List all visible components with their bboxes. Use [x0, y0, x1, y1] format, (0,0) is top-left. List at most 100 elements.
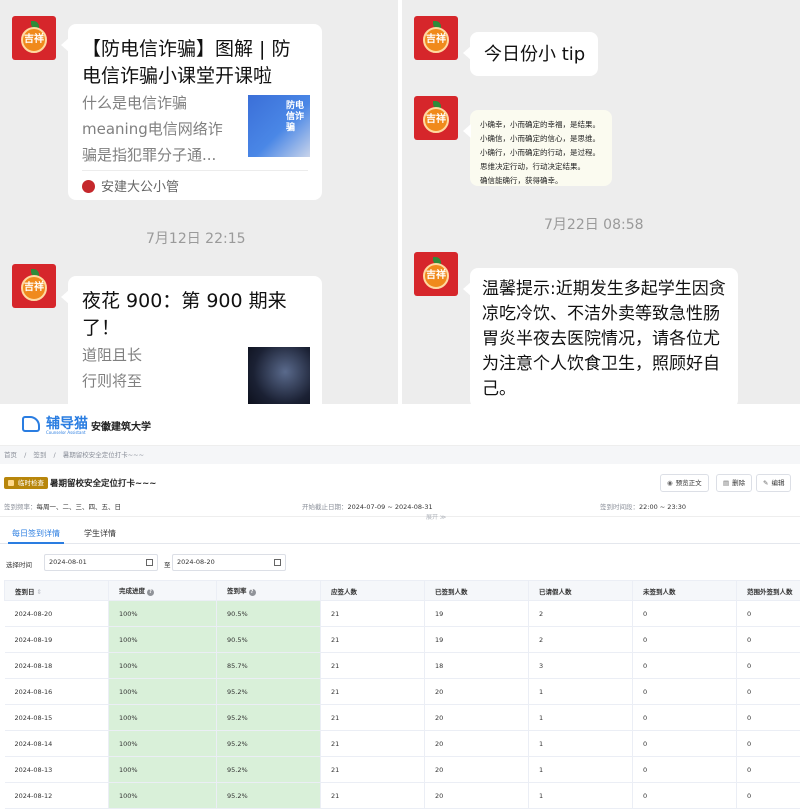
table-cell: 100%	[109, 757, 217, 783]
col-header: 签到率?	[217, 581, 321, 601]
col-header[interactable]: 签到日⇕	[5, 581, 109, 601]
table-cell: 2024-08-13	[5, 757, 109, 783]
table-row[interactable]: 2024-08-19100%90.5%2119200	[5, 627, 800, 653]
table-cell: 100%	[109, 679, 217, 705]
table-cell: 2024-08-18	[5, 653, 109, 679]
app-header: 辅导猫 Counselor Assistant 安徽建筑大学	[0, 404, 800, 446]
status-badge: 临时检查	[4, 477, 48, 489]
article-card[interactable]: 夜花 900：第 900 期来了！ 道阻且长 行则将至	[68, 276, 322, 404]
avatar[interactable]: 吉祥	[414, 252, 458, 296]
expand-toggle[interactable]: 展开 ≫	[426, 512, 446, 521]
table-cell: 2024-08-20	[5, 601, 109, 627]
title-row: 临时检查 暑期留校安全定位打卡~~~ ◉预览正文 ▤删除 ✎编辑	[0, 474, 800, 494]
avatar[interactable]: 吉祥	[12, 264, 56, 308]
edit-button[interactable]: ✎编辑	[756, 474, 791, 492]
table-cell: 2	[529, 627, 633, 653]
start-date-input[interactable]: 2024-08-01	[44, 554, 158, 571]
help-icon[interactable]: ?	[249, 589, 256, 596]
table-cell: 1	[529, 783, 633, 809]
table-cell: 0	[737, 757, 800, 783]
table-cell: 0	[633, 601, 737, 627]
end-date-input[interactable]: 2024-08-20	[172, 554, 286, 571]
table-cell: 0	[633, 653, 737, 679]
col-header: 完成进度?	[109, 581, 217, 601]
table-cell: 100%	[109, 627, 217, 653]
tab-indicator	[8, 542, 64, 544]
timestamp: 7月12日 22:15	[146, 228, 246, 248]
table-cell: 0	[633, 627, 737, 653]
tab-student-detail[interactable]: 学生详情	[84, 528, 116, 539]
breadcrumb-home[interactable]: 首页	[4, 451, 17, 459]
date-separator: 至	[164, 559, 171, 569]
table-cell: 20	[425, 783, 529, 809]
help-icon[interactable]: ?	[147, 589, 154, 596]
delete-button[interactable]: ▤删除	[716, 474, 752, 492]
table-cell: 21	[321, 757, 425, 783]
table-row[interactable]: 2024-08-12100%95.2%2120100	[5, 783, 800, 809]
table-cell: 0	[737, 653, 800, 679]
table-cell: 0	[737, 627, 800, 653]
table-cell: 100%	[109, 783, 217, 809]
table-cell: 0	[737, 601, 800, 627]
article-thumbnail: 防电信诈骗	[248, 95, 310, 157]
article-source: 安建大公小管	[82, 176, 179, 195]
table-cell: 20	[425, 679, 529, 705]
preview-button[interactable]: ◉预览正文	[660, 474, 709, 492]
text-message[interactable]: 今日份小 tip	[470, 32, 598, 76]
col-header: 范围外签到人数	[737, 581, 800, 601]
article-card[interactable]: 【防电信诈骗】图解 | 防电信诈骗小课堂开课啦 什么是电信诈骗meaning电信…	[68, 24, 322, 200]
timestamp: 7月22日 08:58	[544, 214, 644, 234]
web-app: 辅导猫 Counselor Assistant 安徽建筑大学 首页 / 签到 /…	[0, 404, 800, 800]
table-cell: 20	[425, 705, 529, 731]
table-cell: 0	[737, 783, 800, 809]
trash-icon: ▤	[723, 479, 729, 487]
filter-label: 选择时间	[6, 559, 32, 569]
divider	[82, 170, 308, 171]
table-cell: 95.2%	[217, 705, 321, 731]
avatar[interactable]: 吉祥	[12, 16, 56, 60]
chat-screenshots: 吉祥 【防电信诈骗】图解 | 防电信诈骗小课堂开课啦 什么是电信诈骗meanin…	[0, 0, 800, 404]
table-cell: 100%	[109, 705, 217, 731]
table-cell: 21	[321, 601, 425, 627]
table-header: 签到日⇕ 完成进度? 签到率? 应签人数 已签到人数 已请假人数 未签到人数 范…	[5, 581, 800, 601]
table-row[interactable]: 2024-08-20100%90.5%2119200	[5, 601, 800, 627]
table-cell: 1	[529, 679, 633, 705]
table-row[interactable]: 2024-08-14100%95.2%2120100	[5, 731, 800, 757]
breadcrumb-signin[interactable]: 签到	[33, 451, 46, 459]
article-desc-line2: 行则将至	[82, 368, 232, 394]
table-cell: 21	[321, 731, 425, 757]
table-cell: 3	[529, 653, 633, 679]
divider	[0, 516, 800, 517]
table-cell: 0	[633, 705, 737, 731]
page-title: 暑期留校安全定位打卡~~~	[50, 477, 156, 489]
table-cell: 0	[737, 731, 800, 757]
table-cell: 21	[321, 705, 425, 731]
table-cell: 95.2%	[217, 783, 321, 809]
table-cell: 2024-08-14	[5, 731, 109, 757]
text-message[interactable]: 温馨提示:近期发生多起学生因贪凉吃冷饮、不洁外卖等致急性肠胃炎半夜去医院情况，请…	[470, 268, 738, 404]
table-row[interactable]: 2024-08-13100%95.2%2120100	[5, 757, 800, 783]
table-cell: 2024-08-16	[5, 679, 109, 705]
avatar[interactable]: 吉祥	[414, 16, 458, 60]
tip-lines: 小确幸，小而确定的幸福，是结果。 小确信，小而确定的信心，是思维。 小确行，小而…	[480, 118, 600, 188]
image-message[interactable]: 小确幸，小而确定的幸福，是结果。 小确信，小而确定的信心，是思维。 小确行，小而…	[470, 110, 612, 186]
table-row[interactable]: 2024-08-16100%95.2%2120100	[5, 679, 800, 705]
chat-panel-right: 吉祥 今日份小 tip 吉祥 小确幸，小而确定的幸福，是结果。 小确信，小而确定…	[402, 0, 800, 404]
sort-icon[interactable]: ⇕	[37, 588, 42, 596]
tab-daily-detail[interactable]: 每日签到详情	[12, 528, 60, 539]
table-cell: 2024-08-12	[5, 783, 109, 809]
table-cell: 20	[425, 757, 529, 783]
table-row[interactable]: 2024-08-15100%95.2%2120100	[5, 705, 800, 731]
calendar-icon	[274, 559, 281, 566]
table-cell: 2024-08-15	[5, 705, 109, 731]
table-row[interactable]: 2024-08-18100%85.7%2118300	[5, 653, 800, 679]
article-title: 【防电信诈骗】图解 | 防电信诈骗小课堂开课啦	[82, 36, 308, 90]
avatar[interactable]: 吉祥	[414, 96, 458, 140]
table-cell: 21	[321, 627, 425, 653]
time-range: 签到时间段：22:00 ~ 23:30	[600, 501, 686, 511]
breadcrumb-current: 暑期留校安全定位打卡~~~	[63, 451, 144, 459]
table-cell: 1	[529, 757, 633, 783]
table-cell: 18	[425, 653, 529, 679]
table-cell: 100%	[109, 653, 217, 679]
table-cell: 21	[321, 679, 425, 705]
